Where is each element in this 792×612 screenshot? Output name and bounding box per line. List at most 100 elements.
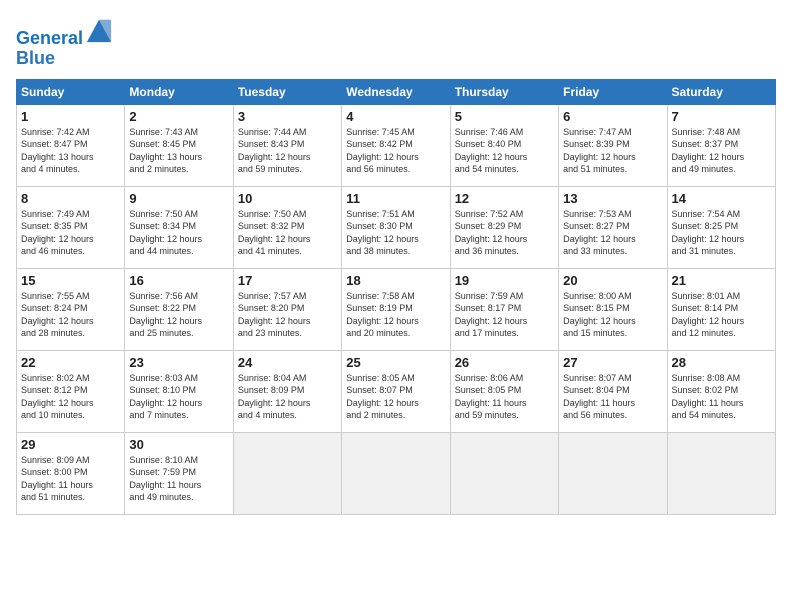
calendar-cell: [342, 432, 450, 514]
day-number: 4: [346, 109, 445, 124]
day-detail: Sunrise: 7:44 AM Sunset: 8:43 PM Dayligh…: [238, 126, 337, 176]
calendar-cell: 3Sunrise: 7:44 AM Sunset: 8:43 PM Daylig…: [233, 104, 341, 186]
day-number: 19: [455, 273, 554, 288]
day-number: 1: [21, 109, 120, 124]
day-detail: Sunrise: 7:55 AM Sunset: 8:24 PM Dayligh…: [21, 290, 120, 340]
day-number: 23: [129, 355, 228, 370]
calendar-cell: 22Sunrise: 8:02 AM Sunset: 8:12 PM Dayli…: [17, 350, 125, 432]
calendar-cell: 1 Sunrise: 7:42 AM Sunset: 8:47 PM Daylig…: [17, 104, 125, 186]
day-detail: Sunrise: 8:09 AM Sunset: 8:00 PM Dayligh…: [21, 454, 120, 504]
day-detail: Sunrise: 7:58 AM Sunset: 8:19 PM Dayligh…: [346, 290, 445, 340]
day-detail: Sunrise: 7:43 AM Sunset: 8:45 PM Dayligh…: [129, 126, 228, 176]
calendar-cell: 14Sunrise: 7:54 AM Sunset: 8:25 PM Dayli…: [667, 186, 775, 268]
weekday-header-saturday: Saturday: [667, 79, 775, 104]
day-number: 21: [672, 273, 771, 288]
weekday-header-sunday: Sunday: [17, 79, 125, 104]
calendar-cell: 25 Sunrise: 8:05 AM Sunset: 8:07 PM Dayli…: [342, 350, 450, 432]
day-number: 18: [346, 273, 445, 288]
day-number: 27: [563, 355, 662, 370]
weekday-header-monday: Monday: [125, 79, 233, 104]
calendar-cell: 6 Sunrise: 7:47 AM Sunset: 8:39 PM Daylig…: [559, 104, 667, 186]
day-number: 16: [129, 273, 228, 288]
calendar-cell: [450, 432, 558, 514]
day-detail: Sunrise: 7:54 AM Sunset: 8:25 PM Dayligh…: [672, 208, 771, 258]
logo-icon: [85, 16, 113, 44]
day-number: 24: [238, 355, 337, 370]
logo-blue: Blue: [16, 48, 55, 68]
calendar-cell: 2 Sunrise: 7:43 AM Sunset: 8:45 PM Daylig…: [125, 104, 233, 186]
day-number: 22: [21, 355, 120, 370]
day-number: 11: [346, 191, 445, 206]
calendar-cell: 23 Sunrise: 8:03 AM Sunset: 8:10 PM Dayli…: [125, 350, 233, 432]
calendar-cell: 18 Sunrise: 7:58 AM Sunset: 8:19 PM Dayli…: [342, 268, 450, 350]
calendar-cell: 13Sunrise: 7:53 AM Sunset: 8:27 PM Dayli…: [559, 186, 667, 268]
day-detail: Sunrise: 7:50 AM Sunset: 8:34 PM Dayligh…: [129, 208, 228, 258]
logo-general: General: [16, 28, 83, 48]
calendar-cell: 5Sunrise: 7:46 AM Sunset: 8:40 PM Daylig…: [450, 104, 558, 186]
day-detail: Sunrise: 7:42 AM Sunset: 8:47 PM Dayligh…: [21, 126, 120, 176]
day-number: 7: [672, 109, 771, 124]
week-row-3: 15Sunrise: 7:55 AM Sunset: 8:24 PM Dayli…: [17, 268, 776, 350]
day-number: 10: [238, 191, 337, 206]
day-number: 29: [21, 437, 120, 452]
weekday-header-wednesday: Wednesday: [342, 79, 450, 104]
calendar-cell: 21 Sunrise: 8:01 AM Sunset: 8:14 PM Dayli…: [667, 268, 775, 350]
day-number: 2: [129, 109, 228, 124]
day-detail: Sunrise: 7:47 AM Sunset: 8:39 PM Dayligh…: [563, 126, 662, 176]
calendar-cell: [667, 432, 775, 514]
logo: General Blue: [16, 16, 113, 69]
calendar-cell: 29 Sunrise: 8:09 AM Sunset: 8:00 PM Dayli…: [17, 432, 125, 514]
calendar-cell: 11Sunrise: 7:51 AM Sunset: 8:30 PM Dayli…: [342, 186, 450, 268]
weekday-header-tuesday: Tuesday: [233, 79, 341, 104]
calendar-cell: [233, 432, 341, 514]
day-number: 9: [129, 191, 228, 206]
day-number: 13: [563, 191, 662, 206]
calendar-cell: 9 Sunrise: 7:50 AM Sunset: 8:34 PM Daylig…: [125, 186, 233, 268]
day-number: 20: [563, 273, 662, 288]
day-detail: Sunrise: 7:46 AM Sunset: 8:40 PM Dayligh…: [455, 126, 554, 176]
day-number: 12: [455, 191, 554, 206]
week-row-1: 1 Sunrise: 7:42 AM Sunset: 8:47 PM Daylig…: [17, 104, 776, 186]
day-number: 25: [346, 355, 445, 370]
day-number: 28: [672, 355, 771, 370]
calendar-cell: 12Sunrise: 7:52 AM Sunset: 8:29 PM Dayli…: [450, 186, 558, 268]
calendar-table: SundayMondayTuesdayWednesdayThursdayFrid…: [16, 79, 776, 515]
day-number: 6: [563, 109, 662, 124]
calendar-cell: 16 Sunrise: 7:56 AM Sunset: 8:22 PM Dayli…: [125, 268, 233, 350]
day-detail: Sunrise: 7:59 AM Sunset: 8:17 PM Dayligh…: [455, 290, 554, 340]
day-detail: Sunrise: 8:08 AM Sunset: 8:02 PM Dayligh…: [672, 372, 771, 422]
day-number: 8: [21, 191, 120, 206]
calendar-body: 1 Sunrise: 7:42 AM Sunset: 8:47 PM Daylig…: [17, 104, 776, 514]
day-number: 17: [238, 273, 337, 288]
day-detail: Sunrise: 7:57 AM Sunset: 8:20 PM Dayligh…: [238, 290, 337, 340]
day-detail: Sunrise: 8:03 AM Sunset: 8:10 PM Dayligh…: [129, 372, 228, 422]
weekday-header-row: SundayMondayTuesdayWednesdayThursdayFrid…: [17, 79, 776, 104]
calendar-cell: 17 Sunrise: 7:57 AM Sunset: 8:20 PM Dayli…: [233, 268, 341, 350]
day-detail: Sunrise: 8:06 AM Sunset: 8:05 PM Dayligh…: [455, 372, 554, 422]
day-detail: Sunrise: 8:01 AM Sunset: 8:14 PM Dayligh…: [672, 290, 771, 340]
calendar-cell: 8 Sunrise: 7:49 AM Sunset: 8:35 PM Daylig…: [17, 186, 125, 268]
day-detail: Sunrise: 8:10 AM Sunset: 7:59 PM Dayligh…: [129, 454, 228, 504]
calendar-cell: 10 Sunrise: 7:50 AM Sunset: 8:32 PM Dayli…: [233, 186, 341, 268]
day-detail: Sunrise: 7:56 AM Sunset: 8:22 PM Dayligh…: [129, 290, 228, 340]
calendar-cell: 30 Sunrise: 8:10 AM Sunset: 7:59 PM Dayli…: [125, 432, 233, 514]
day-detail: Sunrise: 8:04 AM Sunset: 8:09 PM Dayligh…: [238, 372, 337, 422]
day-detail: Sunrise: 7:45 AM Sunset: 8:42 PM Dayligh…: [346, 126, 445, 176]
week-row-4: 22Sunrise: 8:02 AM Sunset: 8:12 PM Dayli…: [17, 350, 776, 432]
header: General Blue: [16, 16, 776, 69]
day-detail: Sunrise: 7:49 AM Sunset: 8:35 PM Dayligh…: [21, 208, 120, 258]
calendar-cell: 7Sunrise: 7:48 AM Sunset: 8:37 PM Daylig…: [667, 104, 775, 186]
calendar-cell: 20 Sunrise: 8:00 AM Sunset: 8:15 PM Dayli…: [559, 268, 667, 350]
day-number: 30: [129, 437, 228, 452]
day-number: 26: [455, 355, 554, 370]
day-detail: Sunrise: 8:07 AM Sunset: 8:04 PM Dayligh…: [563, 372, 662, 422]
page-container: General Blue SundayMondayTuesdayWednesda…: [0, 0, 792, 523]
weekday-header-thursday: Thursday: [450, 79, 558, 104]
calendar-cell: 4 Sunrise: 7:45 AM Sunset: 8:42 PM Daylig…: [342, 104, 450, 186]
calendar-cell: 27 Sunrise: 8:07 AM Sunset: 8:04 PM Dayli…: [559, 350, 667, 432]
day-detail: Sunrise: 8:05 AM Sunset: 8:07 PM Dayligh…: [346, 372, 445, 422]
day-detail: Sunrise: 8:00 AM Sunset: 8:15 PM Dayligh…: [563, 290, 662, 340]
calendar-cell: 26 Sunrise: 8:06 AM Sunset: 8:05 PM Dayli…: [450, 350, 558, 432]
day-detail: Sunrise: 7:50 AM Sunset: 8:32 PM Dayligh…: [238, 208, 337, 258]
calendar-cell: 28 Sunrise: 8:08 AM Sunset: 8:02 PM Dayli…: [667, 350, 775, 432]
